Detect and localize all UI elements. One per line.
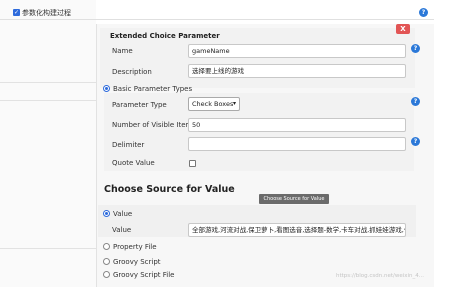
basic-parameter-types-radio[interactable] (103, 85, 110, 92)
property-file-label: Property File (113, 243, 157, 251)
value-label: Value (112, 226, 132, 234)
divider (0, 100, 96, 101)
parameter-type-select[interactable]: Check Boxes ▾ (188, 97, 240, 111)
parameterized-build-checkbox[interactable] (13, 8, 20, 17)
divider (0, 82, 96, 83)
basic-parameter-types-label: Basic Parameter Types (113, 85, 193, 93)
name-label: Name (112, 47, 133, 55)
name-input[interactable]: gameName (188, 44, 406, 58)
description-input[interactable]: 选择要上线的游戏 (188, 64, 406, 78)
visible-items-input[interactable]: 50 (188, 118, 406, 132)
groovy-script-file-radio[interactable] (103, 271, 110, 278)
choose-source-tooltip: Choose Source for Value (259, 194, 329, 204)
quote-value-label: Quote Value (112, 159, 155, 167)
help-icon[interactable]: ? (419, 8, 428, 17)
help-icon[interactable]: ? (411, 44, 420, 53)
divider (0, 248, 96, 249)
watermark: https://blog.csdn.net/weixin_4... (336, 273, 425, 279)
parameterized-build-label: 参数化构建过程 (22, 9, 71, 17)
groovy-script-radio[interactable] (103, 258, 110, 265)
help-icon[interactable]: ? (411, 137, 420, 146)
visible-items-label: Number of Visible Items (112, 121, 196, 129)
description-label: Description (112, 68, 152, 76)
delete-parameter-button[interactable]: X (396, 24, 410, 34)
parameter-type-label: Parameter Type (112, 101, 167, 109)
header-divider (0, 19, 434, 20)
delimiter-input[interactable] (188, 137, 406, 151)
help-icon[interactable]: ? (411, 97, 420, 106)
parameter-type-title: Extended Choice Parameter (110, 32, 220, 40)
value-source-label: Value (113, 210, 133, 218)
quote-value-checkbox[interactable] (189, 160, 196, 167)
delimiter-label: Delimiter (112, 141, 145, 149)
groovy-script-label: Groovy Script (113, 258, 161, 266)
parameter-type-selected: Check Boxes (192, 100, 234, 108)
groovy-script-file-label: Groovy Script File (113, 271, 175, 279)
choose-source-heading: Choose Source for Value (104, 184, 235, 195)
chevron-down-icon: ▾ (232, 100, 236, 107)
left-sidebar-strip (0, 0, 96, 287)
value-source-radio[interactable] (103, 210, 110, 217)
value-input[interactable]: 全部游戏,河流对战,保卫萝卜,看图选音,选择题-数学,卡车对战,抓娃娃游戏,书 (188, 223, 406, 237)
property-file-radio[interactable] (103, 243, 110, 250)
